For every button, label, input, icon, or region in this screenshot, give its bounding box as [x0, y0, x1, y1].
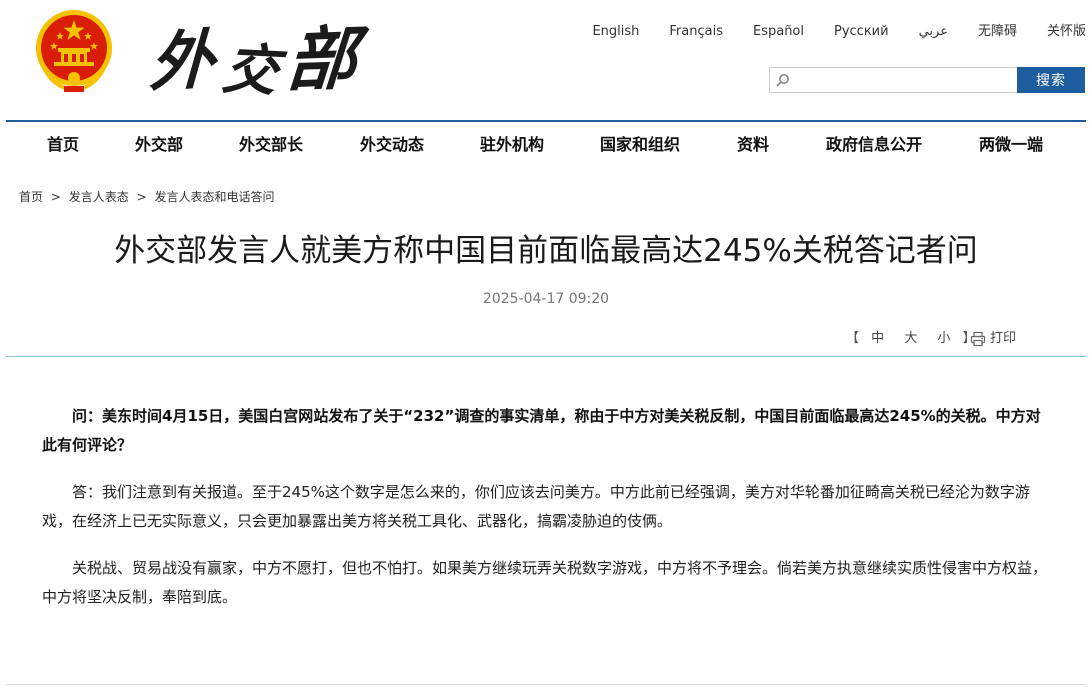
font-size-small-button[interactable]: 小: [937, 331, 950, 346]
publish-date: 2025-04-17 09:20: [482, 291, 610, 307]
care-mode-link[interactable]: 关怀版: [1032, 22, 1086, 42]
nav-item-social-media[interactable]: 两微一端: [979, 134, 1043, 156]
nav-item-minister[interactable]: 外交部长: [239, 134, 303, 156]
lang-spanish-link[interactable]: Español: [738, 22, 819, 42]
lang-russian-link[interactable]: Русский: [819, 22, 904, 42]
font-size-tools: 【 中 大 小 】: [846, 330, 976, 348]
title-divider: [6, 356, 1086, 357]
search-input[interactable]: [794, 70, 1012, 92]
logo-char-3: 部: [284, 18, 366, 102]
lang-french-link[interactable]: Français: [654, 22, 738, 42]
logo-char-2: 交: [218, 37, 288, 105]
article-question-paragraph: 问：美东时间4月15日，美国白宫网站发布了关于“232”调查的事实清单，称由于中…: [42, 407, 1041, 454]
search-box: [769, 67, 1017, 93]
lang-arabic-link[interactable]: عربي: [904, 22, 963, 42]
breadcrumb: 首页 > 发言人表态 > 发言人表态和电话答问: [19, 188, 274, 206]
nav-item-diplomatic-news[interactable]: 外交动态: [360, 134, 424, 156]
breadcrumb-remarks-link[interactable]: 发言人表态和电话答问: [154, 190, 274, 204]
logo-char-1: 外: [148, 21, 222, 102]
printer-icon: [970, 331, 986, 347]
nav-item-home[interactable]: 首页: [47, 134, 79, 156]
article-answer-paragraph: 答：我们注意到有关报道。至于245%这个数字是怎么来的，你们应该去问美方。中方此…: [42, 483, 1030, 530]
nav-item-government-info[interactable]: 政府信息公开: [826, 134, 922, 156]
nav-item-countries-organizations[interactable]: 国家和组织: [600, 134, 680, 156]
lang-english-link[interactable]: English: [577, 22, 654, 42]
breadcrumb-separator: >: [50, 190, 61, 204]
nav-item-missions-overseas[interactable]: 驻外机构: [480, 134, 544, 156]
site-header: 外 交 部 English Français Español Русский ع…: [0, 0, 1092, 120]
accessibility-link[interactable]: 无障碍: [963, 22, 1032, 42]
search-button[interactable]: 搜索: [1017, 67, 1085, 93]
ministry-calligraphy-logo[interactable]: 外 交 部: [144, 6, 365, 114]
search-icon: [776, 74, 789, 87]
print-button[interactable]: 打印: [970, 330, 1016, 348]
footer-divider: [6, 684, 1086, 685]
national-emblem-icon[interactable]: [34, 8, 114, 94]
breadcrumb-spokesperson-link[interactable]: 发言人表态: [69, 190, 129, 204]
font-size-medium-button[interactable]: 中: [871, 331, 884, 346]
article-answer-paragraph: 关税战、贸易战没有赢家，中方不愿打，但也不怕打。如果美方继续玩弄关税数字游戏，中…: [42, 559, 1048, 606]
tools-open-bracket: 【: [846, 331, 860, 346]
language-bar: English Français Español Русский عربي 无障…: [577, 22, 1086, 42]
article-title: 外交部发言人就美方称中国目前面临最高达245%关税答记者问: [114, 233, 978, 269]
nav-item-resources[interactable]: 资料: [737, 134, 769, 156]
article-body: 问：美东时间4月15日，美国白宫网站发布了关于“232”调查的事实清单，称由于中…: [42, 402, 1052, 630]
breadcrumb-separator: >: [136, 190, 147, 204]
main-nav: 首页 外交部 外交部长 外交动态 驻外机构 国家和组织 资料 政府信息公开 两微…: [6, 122, 1086, 168]
font-size-large-button[interactable]: 大: [904, 331, 917, 346]
print-label: 打印: [990, 331, 1017, 346]
breadcrumb-home-link[interactable]: 首页: [19, 190, 43, 204]
nav-item-ministry[interactable]: 外交部: [135, 134, 183, 156]
